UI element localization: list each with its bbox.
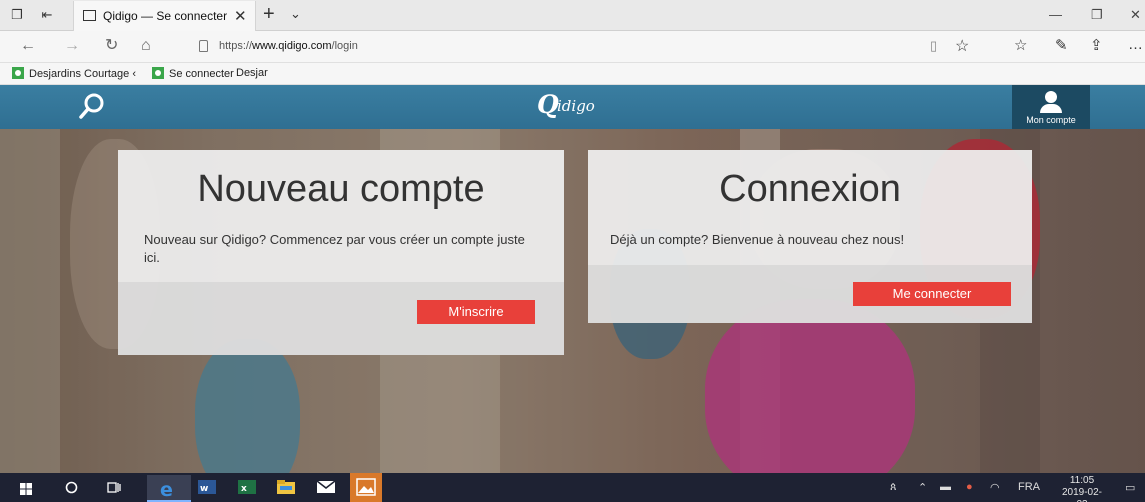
browser-navbar: ← → ↻ ⌂ https://www.qidigo.com/login ▯ ☆… (0, 31, 1145, 63)
browser-tab[interactable]: Qidigo — Se connecter ✕ (73, 1, 256, 31)
favicon-icon (12, 67, 24, 79)
login-title: Connexion (719, 168, 901, 210)
show-hidden-icons[interactable]: ⌃ (918, 481, 927, 494)
back-icon[interactable]: ← (20, 37, 36, 55)
more-icon[interactable]: … (1128, 36, 1143, 53)
new-account-title: Nouveau compte (197, 168, 485, 210)
people-icon[interactable]: ጰ (890, 481, 897, 494)
tab-title: Qidigo — Se connecter (103, 9, 228, 23)
new-account-card: Nouveau compte Nouveau sur Qidigo? Comme… (118, 150, 564, 355)
svg-text:x: x (241, 484, 247, 494)
restore-icon[interactable]: ❐ (1091, 7, 1103, 23)
word-icon[interactable]: w (198, 479, 216, 500)
login-button[interactable]: Me connecter (853, 282, 1011, 306)
user-icon (1045, 91, 1057, 103)
favicon-icon (152, 67, 164, 79)
tab-close-icon[interactable]: ✕ (234, 7, 247, 25)
hero-background: Nouveau compte Nouveau sur Qidigo? Comme… (0, 129, 1145, 473)
address-bar[interactable]: https://www.qidigo.com/login ▯ ☆ (185, 35, 985, 59)
favorite-star-icon[interactable]: ☆ (955, 36, 969, 56)
chevron-down-icon[interactable]: ⌄ (290, 6, 301, 22)
excel-icon[interactable]: x (238, 479, 256, 500)
login-card: Connexion Déjà un compte? Bienvenue à no… (588, 150, 1032, 323)
svg-text:e: e (160, 479, 173, 501)
site-header: Q idigo Mon compte (0, 85, 1145, 129)
favorite-desjar[interactable]: Desjar (236, 67, 268, 79)
network-alert-icon[interactable]: ● (966, 481, 973, 493)
task-view-icon[interactable] (107, 481, 121, 499)
tab-set-aside-icon[interactable]: ❐ (8, 7, 26, 23)
logo-text: idigo (557, 97, 595, 115)
new-account-text: Nouveau sur Qidigo? Commencez par vous c… (144, 232, 525, 265)
battery-icon[interactable]: ▬ (940, 481, 951, 493)
edge-taskbar-icon[interactable]: e (147, 475, 191, 502)
favorites-bar: Desjardins Courtage ‹ Se connecter Desja… (0, 63, 1145, 85)
logo-initial: Q (537, 90, 559, 119)
user-icon-body (1040, 104, 1062, 113)
address-url[interactable]: https://www.qidigo.com/login (219, 40, 358, 52)
account-label: Mon compte (1026, 115, 1076, 125)
register-button[interactable]: M'inscrire (417, 300, 535, 324)
favorite-desjardins[interactable]: Desjardins Courtage ‹ (12, 67, 136, 80)
reading-view-icon[interactable]: ▯ (930, 38, 937, 54)
page-icon (83, 10, 96, 21)
cortana-icon[interactable] (65, 481, 78, 499)
clock-date: 2019-02-03 (1061, 487, 1103, 502)
wifi-icon[interactable]: ◠ (990, 481, 1000, 494)
mail-icon[interactable] (316, 480, 336, 499)
refresh-icon[interactable]: ↻ (105, 37, 118, 55)
language-indicator[interactable]: FRA (1018, 481, 1040, 493)
close-window-icon[interactable]: ✕ (1130, 7, 1141, 23)
minimize-icon[interactable]: — (1049, 7, 1062, 22)
photos-icon[interactable] (350, 473, 382, 502)
windows-taskbar: e w x ጰ ⌃ ▬ ● ◠ FRA 11:05 2019-02-03 ▭ (0, 473, 1145, 502)
new-tab-icon[interactable]: + (263, 3, 275, 26)
svg-text:w: w (200, 484, 208, 494)
notes-pen-icon[interactable]: ✎ (1055, 36, 1068, 54)
notifications-icon[interactable]: ▭ (1125, 481, 1135, 494)
browser-titlebar: ❐ ⇤ Qidigo — Se connecter ✕ + ⌄ — ❐ ✕ (0, 0, 1145, 31)
share-icon[interactable]: ⇪ (1090, 36, 1103, 54)
tab-preview-icon[interactable]: ⇤ (38, 7, 56, 23)
forward-icon[interactable]: → (64, 37, 80, 55)
login-text: Déjà un compte? Bienvenue à nouveau chez… (610, 232, 905, 247)
qidigo-logo[interactable]: Q idigo (537, 90, 627, 122)
home-icon[interactable]: ⌂ (141, 37, 151, 55)
favorites-hub-icon[interactable]: ☆ (1014, 36, 1027, 54)
windows-start-icon[interactable] (20, 482, 32, 500)
lock-icon (199, 40, 208, 52)
file-explorer-icon[interactable] (277, 480, 295, 499)
clock-time: 11:05 (1069, 475, 1095, 486)
system-clock[interactable]: 11:05 2019-02-03 (1060, 475, 1104, 502)
favorite-se-connecter[interactable]: Se connecter (152, 67, 234, 80)
account-button[interactable]: Mon compte (1012, 85, 1090, 129)
search-icon[interactable] (78, 92, 106, 120)
